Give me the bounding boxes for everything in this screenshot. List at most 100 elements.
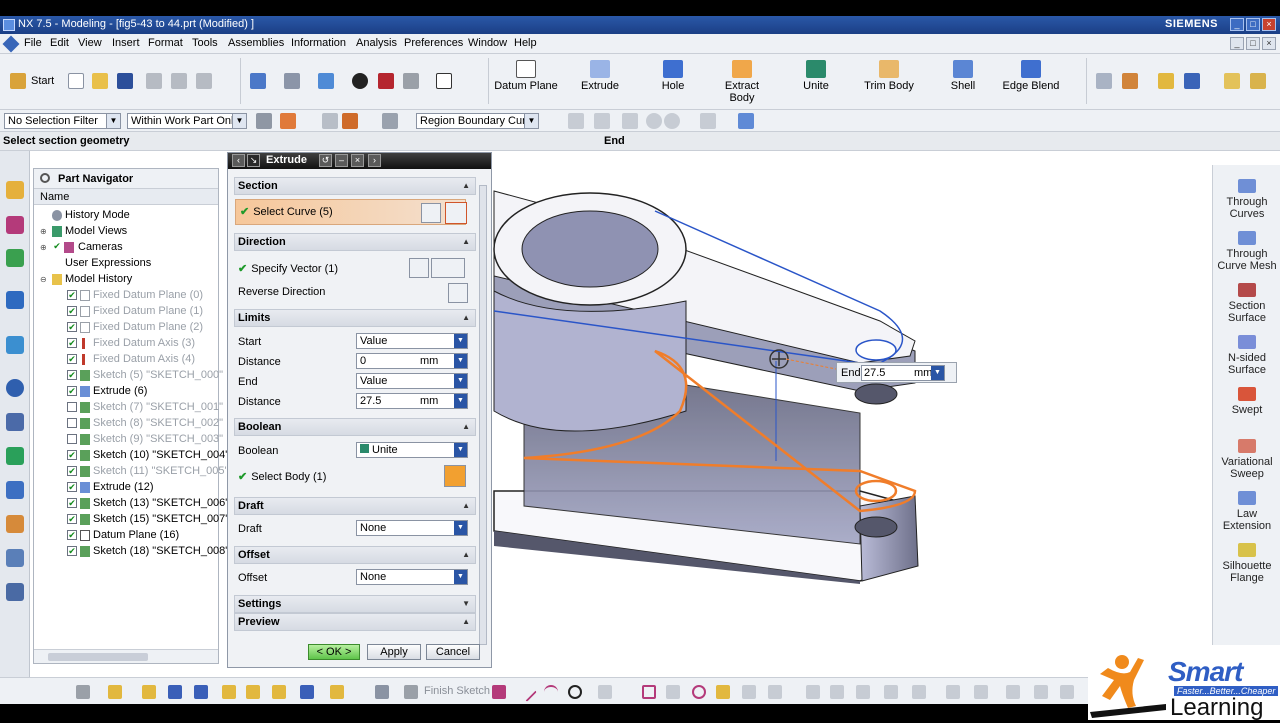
- start-distance-input[interactable]: 0 mm ▼: [356, 353, 468, 369]
- settings-group-header[interactable]: Settings ▼: [234, 595, 476, 613]
- specify-vector-row[interactable]: ✔ Specify Vector (1): [238, 262, 338, 275]
- menu-help[interactable]: Help: [514, 37, 537, 49]
- collapse-icon[interactable]: ⊖: [40, 275, 47, 284]
- visibility-checkbox[interactable]: ✔: [67, 306, 77, 316]
- visibility-checkbox[interactable]: ✔: [67, 530, 77, 540]
- select-chain-icon[interactable]: [342, 113, 358, 129]
- orient-sketch-icon[interactable]: [76, 685, 90, 699]
- part-navigator-icon[interactable]: [6, 249, 24, 267]
- measure-angle-icon[interactable]: [1250, 73, 1266, 89]
- boolean-group-header[interactable]: Boolean ▲: [234, 418, 476, 436]
- sketch-icon[interactable]: [1122, 73, 1138, 89]
- scope-dropdown[interactable]: Within Work Part Only ▼: [127, 113, 247, 129]
- constraint-navigator-icon[interactable]: [6, 216, 24, 234]
- spline-icon[interactable]: [768, 685, 782, 699]
- collapse-dialog-icon[interactable]: –: [335, 154, 348, 167]
- select-body-row[interactable]: ✔ Select Body (1): [238, 470, 326, 483]
- tree-node[interactable]: Sketch (8) "SKETCH_002": [34, 416, 223, 432]
- tree-node[interactable]: ✔ Fixed Datum Axis (4): [34, 352, 218, 368]
- end-distance-input[interactable]: 27.5 mm ▼: [356, 393, 468, 409]
- alternate-solution-icon[interactable]: [974, 685, 988, 699]
- restore-icon[interactable]: □: [1246, 18, 1260, 31]
- shell-button[interactable]: Shell: [940, 60, 986, 92]
- snap-endpoint-icon[interactable]: [568, 113, 584, 129]
- copy-icon[interactable]: [171, 73, 187, 89]
- snap-midpoint-icon[interactable]: [594, 113, 610, 129]
- continuous-auto-dim-icon[interactable]: [1060, 685, 1074, 699]
- visibility-checkbox[interactable]: ✔: [67, 290, 77, 300]
- feature-select-icon[interactable]: [280, 113, 296, 129]
- tree-node[interactable]: ✔ Sketch (11) "SKETCH_005": [34, 464, 228, 480]
- paste-icon[interactable]: [196, 73, 212, 89]
- part-minimize-icon[interactable]: _: [1230, 37, 1244, 50]
- limits-group-header[interactable]: Limits ▲: [234, 309, 476, 327]
- section-sketch-icon[interactable]: [421, 203, 441, 223]
- preview-group-header[interactable]: Preview ▲: [234, 613, 476, 631]
- save-icon[interactable]: [117, 73, 133, 89]
- roles-icon[interactable]: [6, 515, 24, 533]
- circle-icon[interactable]: [568, 685, 582, 699]
- tree-node[interactable]: ✔ Sketch (15) "SKETCH_007": [34, 512, 229, 528]
- measure-distance-icon[interactable]: [1224, 73, 1240, 89]
- fit-view-icon[interactable]: [250, 73, 266, 89]
- through-curve-mesh-button[interactable]: Through Curve Mesh: [1213, 231, 1280, 272]
- history-icon[interactable]: [6, 379, 24, 397]
- auto-constrain-icon[interactable]: [884, 685, 898, 699]
- constraints-icon[interactable]: [168, 685, 182, 699]
- nx-menu-icon[interactable]: [2, 35, 20, 53]
- menu-insert[interactable]: Insert: [112, 37, 140, 49]
- menu-preferences[interactable]: Preferences: [404, 37, 463, 49]
- end-input-field[interactable]: 27.5 mm ▼: [861, 365, 945, 381]
- tree-node[interactable]: History Mode: [34, 208, 218, 224]
- make-corner-icon[interactable]: [856, 685, 870, 699]
- shaded-cube-icon[interactable]: [318, 73, 334, 89]
- visibility-checkbox[interactable]: ✔: [67, 466, 77, 476]
- conic-icon[interactable]: [716, 685, 730, 699]
- selection-filter-dropdown[interactable]: No Selection Filter ▼: [4, 113, 121, 129]
- palettes-icon[interactable]: [6, 583, 24, 601]
- part-restore-icon[interactable]: □: [1246, 37, 1260, 50]
- show-hide-icon[interactable]: [378, 73, 394, 89]
- sketch-plane-icon[interactable]: [108, 685, 122, 699]
- fillet-icon[interactable]: [330, 685, 344, 699]
- convert-reference-icon[interactable]: [946, 685, 960, 699]
- ok-button[interactable]: < OK >: [308, 644, 360, 660]
- dimension-icon[interactable]: [194, 685, 208, 699]
- snap-tangent-icon[interactable]: [700, 113, 716, 129]
- render-style-icon[interactable]: [352, 73, 368, 89]
- draft-group-header[interactable]: Draft ▲: [234, 497, 476, 515]
- menu-information[interactable]: Information: [291, 37, 346, 49]
- general-selection-icon[interactable]: [256, 113, 272, 129]
- tree-node[interactable]: User Expressions: [34, 256, 218, 272]
- chevron-down-icon[interactable]: ▼: [454, 354, 467, 368]
- wcs-icon[interactable]: [1184, 73, 1200, 89]
- check-icon[interactable]: ✔: [52, 242, 62, 252]
- orient-view-icon[interactable]: [284, 73, 300, 89]
- new-file-icon[interactable]: [68, 73, 84, 89]
- menu-view[interactable]: View: [78, 37, 102, 49]
- tree-node[interactable]: ✔ Fixed Datum Plane (0): [34, 288, 218, 304]
- visibility-checkbox[interactable]: ✔: [67, 482, 77, 492]
- apply-button[interactable]: Apply: [367, 644, 421, 660]
- scroll-thumb[interactable]: [479, 185, 487, 645]
- tree-node[interactable]: ⊕ Model Views: [34, 224, 218, 240]
- select-region-icon[interactable]: [382, 113, 398, 129]
- tree-node[interactable]: ✔ Fixed Datum Plane (2): [34, 320, 218, 336]
- dialog-title-bar[interactable]: ‹ ↘ Extrude ↺ – × ›: [228, 153, 491, 169]
- tree-node[interactable]: ✔ Fixed Datum Plane (1): [34, 304, 218, 320]
- snap-control-icon[interactable]: [622, 113, 638, 129]
- end-option-dropdown[interactable]: Value ▼: [356, 373, 468, 389]
- extract-body-button[interactable]: Extract Body: [716, 60, 768, 104]
- visibility-checkbox[interactable]: [67, 402, 77, 412]
- sew-icon[interactable]: [1096, 73, 1112, 89]
- back-icon[interactable]: ‹: [232, 154, 245, 167]
- reverse-direction-icon[interactable]: [448, 283, 468, 303]
- law-extension-button[interactable]: Law Extension: [1213, 491, 1280, 532]
- tree-node[interactable]: ✔ Sketch (13) "SKETCH_006": [34, 496, 229, 512]
- mirror-curve-icon[interactable]: [272, 685, 286, 699]
- layer-icon[interactable]: [436, 73, 452, 89]
- start-option-dropdown[interactable]: Value ▼: [356, 333, 468, 349]
- translucency-icon[interactable]: [403, 73, 419, 89]
- pin-icon[interactable]: [40, 173, 50, 183]
- tree-node[interactable]: ✔ Sketch (10) "SKETCH_004": [34, 448, 229, 464]
